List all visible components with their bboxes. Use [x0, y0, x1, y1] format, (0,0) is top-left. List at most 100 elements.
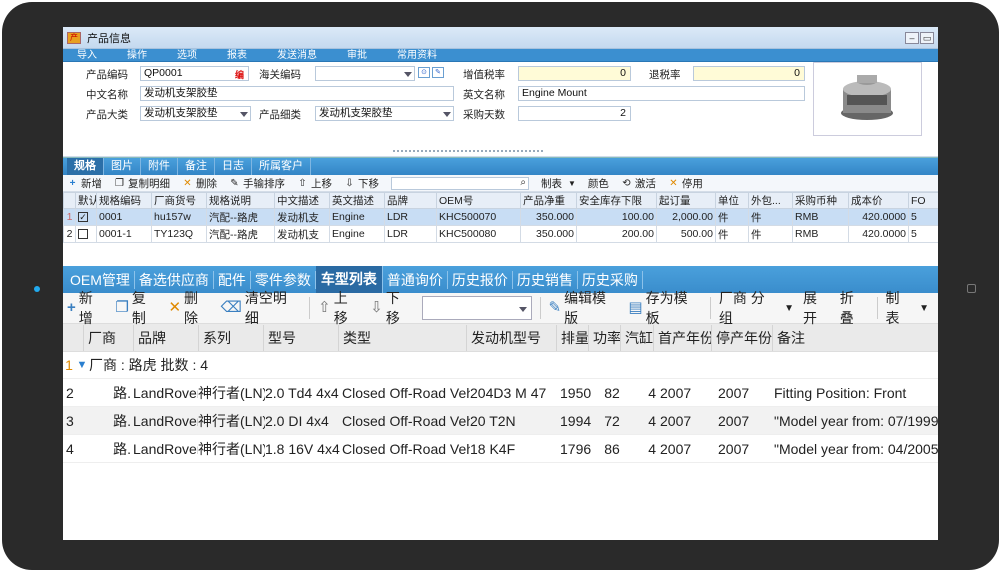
cell[interactable]: 82 — [594, 385, 630, 401]
table-row[interactable]: 3 路. LandRover 神行者(LN) 2.0 DI 4x4 Closed… — [63, 407, 938, 435]
code-field[interactable]: QP0001 — [140, 66, 249, 81]
cell[interactable]: 2007 — [718, 385, 774, 401]
report-button[interactable]: 制表 ▼ — [886, 288, 930, 328]
collapse-button[interactable]: 折叠 — [840, 288, 868, 328]
tab-inquiry[interactable]: 普通询价 — [383, 270, 448, 289]
column-header[interactable]: 厂商货号 — [151, 192, 207, 209]
expand-button[interactable]: 展开 — [803, 288, 831, 328]
lookup-icon[interactable]: ⊙ — [418, 67, 430, 78]
column-header[interactable]: 系列 — [198, 324, 263, 351]
tab-purchase-history[interactable]: 历史采购 — [578, 270, 643, 289]
column-header[interactable]: 默认 — [75, 192, 97, 209]
tab-sales-history[interactable]: 历史销售 — [513, 270, 578, 289]
group-row[interactable]: 1 ▼ 厂商 : 路虎 批数 : 4 — [63, 352, 938, 379]
cell[interactable]: 4 — [630, 413, 660, 429]
table-row[interactable]: 1 ✓ 0001 hu157w 汽配--路虎 发动机支 Engine LDR K… — [63, 208, 938, 226]
cell[interactable]: 1950 — [560, 385, 594, 401]
cell[interactable]: 2007 — [660, 441, 718, 457]
cell[interactable]: KHC500080 — [436, 225, 521, 243]
tab-parts[interactable]: 配件 — [214, 270, 251, 289]
product-image[interactable] — [813, 62, 922, 136]
cell[interactable]: RMB — [792, 225, 849, 243]
cell[interactable]: 420.0000 — [848, 225, 909, 243]
default-checkbox[interactable] — [75, 225, 97, 243]
table-row[interactable]: 4 路. LandRover 神行者(LN) 1.8 16V 4x4 Close… — [63, 435, 938, 463]
chevron-down-icon[interactable] — [518, 307, 527, 312]
cell[interactable]: 发动机支 — [274, 208, 330, 226]
cell[interactable]: 5 — [908, 225, 938, 243]
tab-attachments[interactable]: 附件 — [141, 158, 178, 175]
cell[interactable]: 2.0 DI 4x4 — [265, 413, 342, 429]
clear-detail-button[interactable]: ⌫ 清空明细 — [221, 288, 300, 328]
menu-report[interactable]: 报表 — [227, 49, 247, 61]
cell[interactable]: 神行者(LN) — [198, 439, 265, 459]
tab-quote-history[interactable]: 历史报价 — [448, 270, 513, 289]
report-menu-button[interactable]: 制表 ▼ — [541, 176, 576, 191]
cell[interactable]: Closed Off-Road Veh — [342, 385, 470, 401]
category-select[interactable]: 发动机支架胶垫 — [140, 106, 251, 121]
cell[interactable]: 86 — [594, 441, 630, 457]
cell[interactable]: "Model year from: 07/1999 — [774, 413, 938, 429]
column-header[interactable]: 规格编码 — [96, 192, 152, 209]
cell[interactable]: 5 — [908, 208, 938, 226]
tab-part-params[interactable]: 零件参数 — [251, 270, 316, 289]
column-header[interactable]: 厂商 — [83, 324, 133, 351]
column-header[interactable]: 品牌 — [384, 192, 437, 209]
cell[interactable]: 件 — [748, 208, 793, 226]
add-button[interactable]: + 新增 — [67, 176, 102, 191]
color-button[interactable]: 颜色 — [588, 176, 609, 191]
code-tag[interactable]: 编 — [235, 68, 244, 81]
cell[interactable]: 0001-1 — [96, 225, 152, 243]
subcategory-select[interactable]: 发动机支架胶垫 — [315, 106, 454, 121]
delete-vehicle-button[interactable]: ✕ 删除 — [168, 288, 211, 328]
cell[interactable]: 2007 — [660, 413, 718, 429]
column-header[interactable]: 汽缸 — [620, 324, 653, 351]
chevron-down-icon[interactable] — [240, 112, 248, 117]
cell[interactable]: 1796 — [560, 441, 594, 457]
chevron-down-icon[interactable] — [404, 72, 412, 77]
cell[interactable]: 0001 — [96, 208, 152, 226]
expand-toggle-icon[interactable]: ▼ — [75, 359, 89, 371]
cell[interactable]: 500.00 — [656, 225, 716, 243]
cell[interactable]: 件 — [748, 225, 793, 243]
column-header[interactable]: 单位 — [715, 192, 749, 209]
edit-icon[interactable]: ✎ — [432, 67, 444, 78]
menu-import[interactable]: 导入 — [77, 49, 97, 61]
vat-field[interactable]: 0 — [518, 66, 631, 81]
cell[interactable]: TY123Q — [151, 225, 207, 243]
tab-alt-suppliers[interactable]: 备选供应商 — [135, 270, 214, 289]
cell[interactable]: 2007 — [660, 385, 718, 401]
purchase-days-field[interactable]: 2 — [518, 106, 631, 121]
column-header[interactable]: 发动机型号 — [466, 324, 556, 351]
tab-images[interactable]: 图片 — [104, 158, 141, 175]
cell[interactable]: LDR — [384, 225, 437, 243]
cell[interactable]: 件 — [715, 225, 749, 243]
move-down-button[interactable]: ⇩ 下移 — [344, 176, 379, 191]
copy-button[interactable]: ❐ 复制 — [115, 288, 159, 328]
cell[interactable]: 1.8 16V 4x4 — [265, 441, 342, 457]
home-button[interactable] — [967, 284, 976, 293]
manual-sort-button[interactable]: ✎ 手输排序 — [229, 176, 285, 191]
cell[interactable]: LandRover — [133, 385, 198, 401]
column-header[interactable]: 规格说明 — [206, 192, 275, 209]
copy-detail-button[interactable]: ❐ 复制明细 — [114, 176, 170, 191]
cell[interactable]: 件 — [715, 208, 749, 226]
cell[interactable]: 神行者(LN) — [198, 383, 265, 403]
en-name-field[interactable]: Engine Mount — [518, 86, 805, 101]
menu-operate[interactable]: 操作 — [127, 49, 147, 61]
cell[interactable]: 神行者(LN) — [198, 411, 265, 431]
column-header[interactable]: 起订量 — [656, 192, 716, 209]
tab-remarks[interactable]: 备注 — [178, 158, 215, 175]
column-header[interactable]: 停产年份 — [711, 324, 772, 351]
cell[interactable]: KHC500070 — [436, 208, 521, 226]
tab-spec[interactable]: 规格 — [67, 158, 104, 175]
column-header[interactable]: FO — [908, 192, 938, 209]
add-vehicle-button[interactable]: + 新增 — [67, 288, 106, 328]
cell[interactable]: 路. — [83, 383, 133, 403]
column-header[interactable]: 品牌 — [133, 324, 198, 351]
template-select[interactable] — [422, 296, 532, 320]
cell[interactable]: 72 — [594, 413, 630, 429]
column-header[interactable] — [63, 192, 76, 209]
cell[interactable]: 2,000.00 — [656, 208, 716, 226]
cell[interactable]: 18 K4F — [470, 441, 560, 457]
